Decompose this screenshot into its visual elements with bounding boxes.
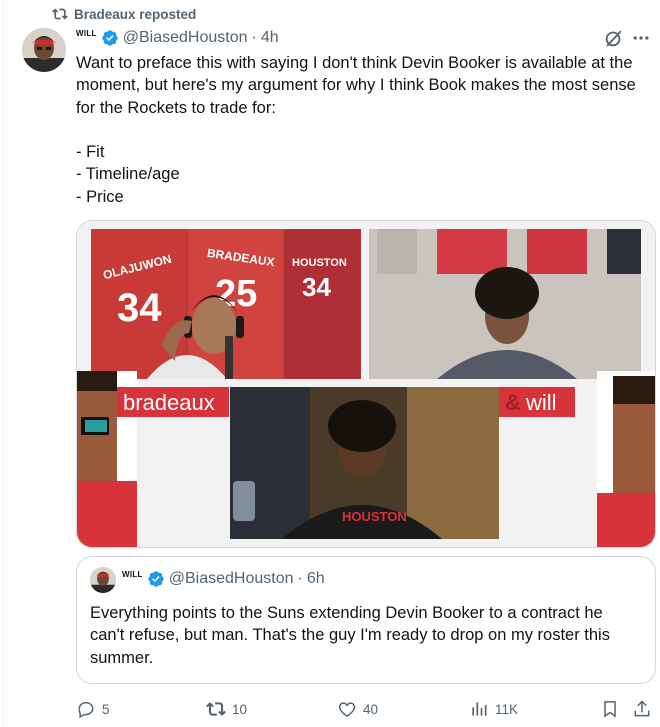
action-bar: 5 10 40 11K [76, 696, 656, 722]
will-label: will [525, 390, 557, 415]
quoted-separator: · [297, 570, 303, 587]
like-count: 40 [363, 701, 379, 717]
views-icon [472, 702, 487, 716]
quoted-avatar-image [90, 567, 116, 593]
repost-count: 10 [232, 701, 248, 717]
reply-icon [78, 701, 94, 719]
bradeaux-label: bradeaux [123, 390, 215, 415]
timeline-divider [3, 0, 4, 727]
bookmark-button[interactable] [600, 696, 620, 722]
svg-text:HOUSTON: HOUSTON [342, 509, 407, 524]
verified-badge-icon [102, 30, 118, 46]
bookmark-icon [604, 701, 616, 718]
quoted-header: WILL @BiasedHouston · 6h [122, 567, 325, 591]
tweet-text: Want to preface this with saying I don't… [76, 54, 636, 206]
reply-count: 5 [102, 701, 110, 717]
cartoon-right [597, 371, 655, 547]
views-count: 11K [495, 701, 519, 717]
svg-text:34: 34 [302, 272, 331, 302]
quoted-timestamp: 6h [306, 570, 325, 587]
media-image[interactable]: OLAJUWON 34 BRADEAUX 25 HOUSTON 34 brade… [76, 220, 656, 548]
like-button[interactable]: 40 [337, 696, 378, 722]
quoted-display-name: WILL [122, 569, 143, 579]
quoted-handle: @BiasedHouston [168, 570, 294, 587]
quoted-text: Everything points to the Suns extending … [90, 604, 610, 667]
heart-icon [338, 702, 356, 717]
repost-icon [52, 8, 68, 20]
reply-button[interactable]: 5 [76, 696, 110, 722]
repost-icon [206, 702, 226, 716]
quoted-avatar[interactable] [90, 567, 116, 593]
svg-text:HOUSTON: HOUSTON [292, 257, 347, 269]
more-options-icon[interactable] [631, 28, 651, 48]
repost-button[interactable]: 10 [206, 696, 247, 722]
timestamp[interactable]: 4h [261, 29, 279, 47]
separator-dot: · [251, 29, 257, 46]
quoted-tweet[interactable]: WILL @BiasedHouston · 6h Everything poin… [76, 556, 656, 684]
webcam-panel-center: HOUSTON [230, 387, 499, 539]
repost-context[interactable]: Bradeaux reposted [52, 5, 196, 23]
author-handle[interactable]: @BiasedHouston [123, 29, 248, 47]
tweet-header: WILL @BiasedHouston · 4h [76, 27, 279, 49]
webcam-panel-right [369, 229, 641, 379]
share-button[interactable] [632, 696, 652, 722]
verified-badge-icon [148, 571, 164, 587]
amp-label: & [505, 390, 521, 415]
jersey-panel: OLAJUWON 34 BRADEAUX 25 HOUSTON 34 [91, 229, 361, 379]
avatar-image [22, 28, 66, 72]
grok-icon[interactable] [603, 27, 625, 49]
avatar[interactable] [22, 28, 66, 72]
display-name[interactable]: WILL [76, 29, 97, 38]
svg-text:34: 34 [117, 286, 162, 330]
share-icon [634, 700, 650, 717]
repost-label: Bradeaux reposted [74, 6, 197, 22]
video-call-collage: OLAJUWON 34 BRADEAUX 25 HOUSTON 34 brade… [77, 221, 655, 547]
views-button[interactable]: 11K [469, 696, 518, 722]
